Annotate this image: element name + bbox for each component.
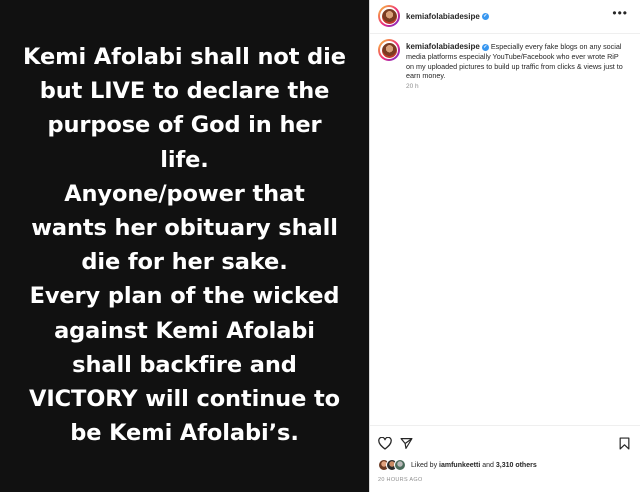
quote-line: Anyone/power that xyxy=(64,180,305,207)
bookmark-icon[interactable] xyxy=(619,437,630,450)
quote-line: Kemi Afolabi shall not die xyxy=(23,44,346,70)
caption-avatar[interactable] xyxy=(378,39,400,61)
paper-plane-icon[interactable] xyxy=(400,437,413,450)
avatar[interactable] xyxy=(378,5,400,27)
quote-line: but LIVE to declare the xyxy=(39,78,330,105)
quote-line: against Kemi Afolabi xyxy=(54,317,315,344)
quote-line: die for her sake. xyxy=(81,249,288,276)
likes-prefix: Liked by xyxy=(411,462,438,469)
more-options-icon[interactable]: ••• xyxy=(612,6,628,20)
post-header: kemiafolabiadesipe ✓ ••• xyxy=(370,0,640,34)
action-bar xyxy=(370,434,640,454)
post-timestamp[interactable]: 20 HOURS AGO xyxy=(378,477,423,483)
heart-icon[interactable] xyxy=(378,437,392,450)
quote-line: life. xyxy=(160,146,209,173)
likes-joiner: and xyxy=(482,462,494,469)
quote-line: shall backfire and xyxy=(72,351,297,378)
caption-username[interactable]: kemiafolabiadesipe xyxy=(406,42,480,51)
post-image[interactable]: Kemi Afolabi shall not die but LIVE to d… xyxy=(0,0,369,492)
caption-text: kemiafolabiadesipe ✓ Especially every fak… xyxy=(406,42,626,81)
liker-avatar[interactable] xyxy=(394,459,406,471)
likes-count[interactable]: 3,310 others xyxy=(496,462,537,469)
likes-row: Liked by iamfunkeetti and 3,310 others xyxy=(378,459,638,473)
liker-username[interactable]: iamfunkeetti xyxy=(439,462,480,469)
header-username[interactable]: kemiafolabiadesipe ✓ xyxy=(406,12,489,21)
caption-timestamp[interactable]: 20 h xyxy=(406,83,419,90)
post-quote-text: Kemi Afolabi shall not die but LIVE to d… xyxy=(6,40,363,450)
quote-line: VICTORY will continue to xyxy=(29,386,340,413)
quote-line: wants her obituary shall xyxy=(31,215,338,242)
likes-summary: Liked by iamfunkeetti and 3,310 others xyxy=(411,462,537,469)
quote-line: Every plan of the wicked xyxy=(29,283,340,310)
verified-badge-icon: ✓ xyxy=(481,13,489,21)
quote-line: purpose of God in her xyxy=(47,112,322,139)
header-username-text[interactable]: kemiafolabiadesipe xyxy=(406,12,480,21)
verified-badge-icon: ✓ xyxy=(481,43,489,51)
quote-line: be Kemi Afolabi’s. xyxy=(70,420,299,447)
post-side-panel: kemiafolabiadesipe ✓ ••• kemiafolabiadesi… xyxy=(370,0,640,492)
actions-divider xyxy=(370,425,640,426)
